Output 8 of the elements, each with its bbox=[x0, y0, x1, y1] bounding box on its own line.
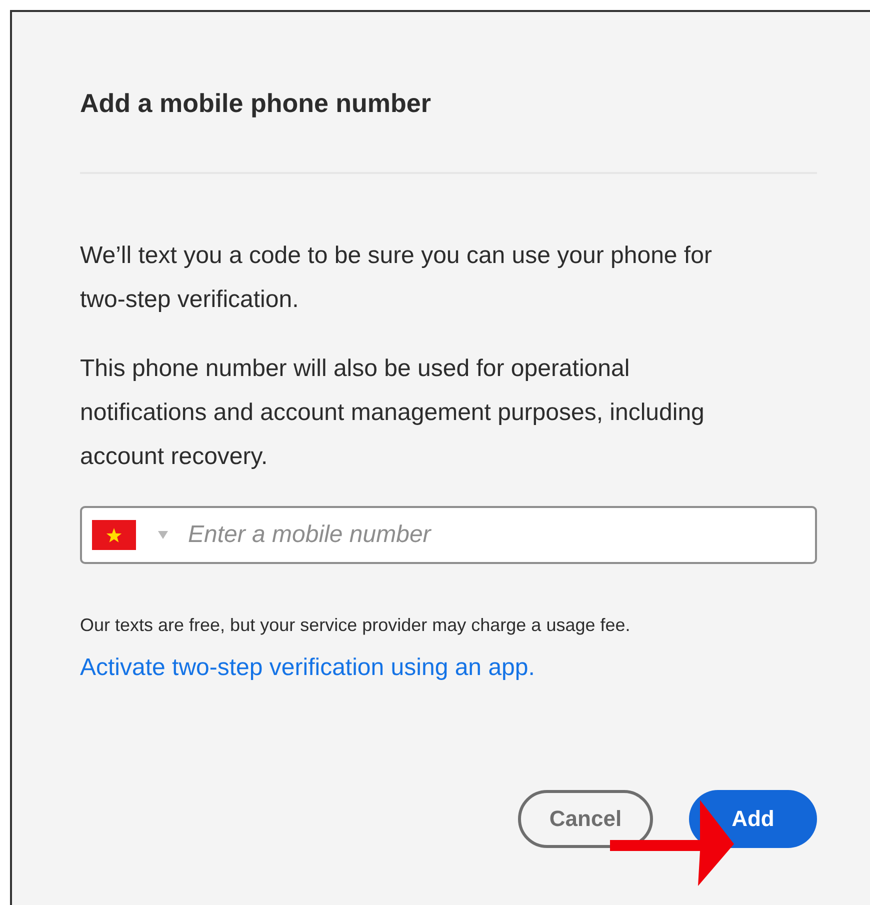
paragraph: This phone number will also be used for operational notifications and account management purposes, including account recovery. bbox=[80, 354, 706, 472]
flag-icon[interactable] bbox=[92, 520, 136, 550]
caret-icon[interactable] bbox=[158, 531, 168, 539]
dialog-title: Add a mobile phone number bbox=[80, 87, 432, 120]
phone-field[interactable]: Enter a mobile number bbox=[80, 506, 817, 564]
fee-note: Our texts are free, but your service provider may charge a usage fee. bbox=[80, 614, 632, 637]
paragraph: We’ll text you a code to be sure you can use your phone for two-step verification. bbox=[80, 241, 713, 315]
app-verification-link[interactable]: Activate two-step verification using an app. bbox=[80, 652, 535, 684]
